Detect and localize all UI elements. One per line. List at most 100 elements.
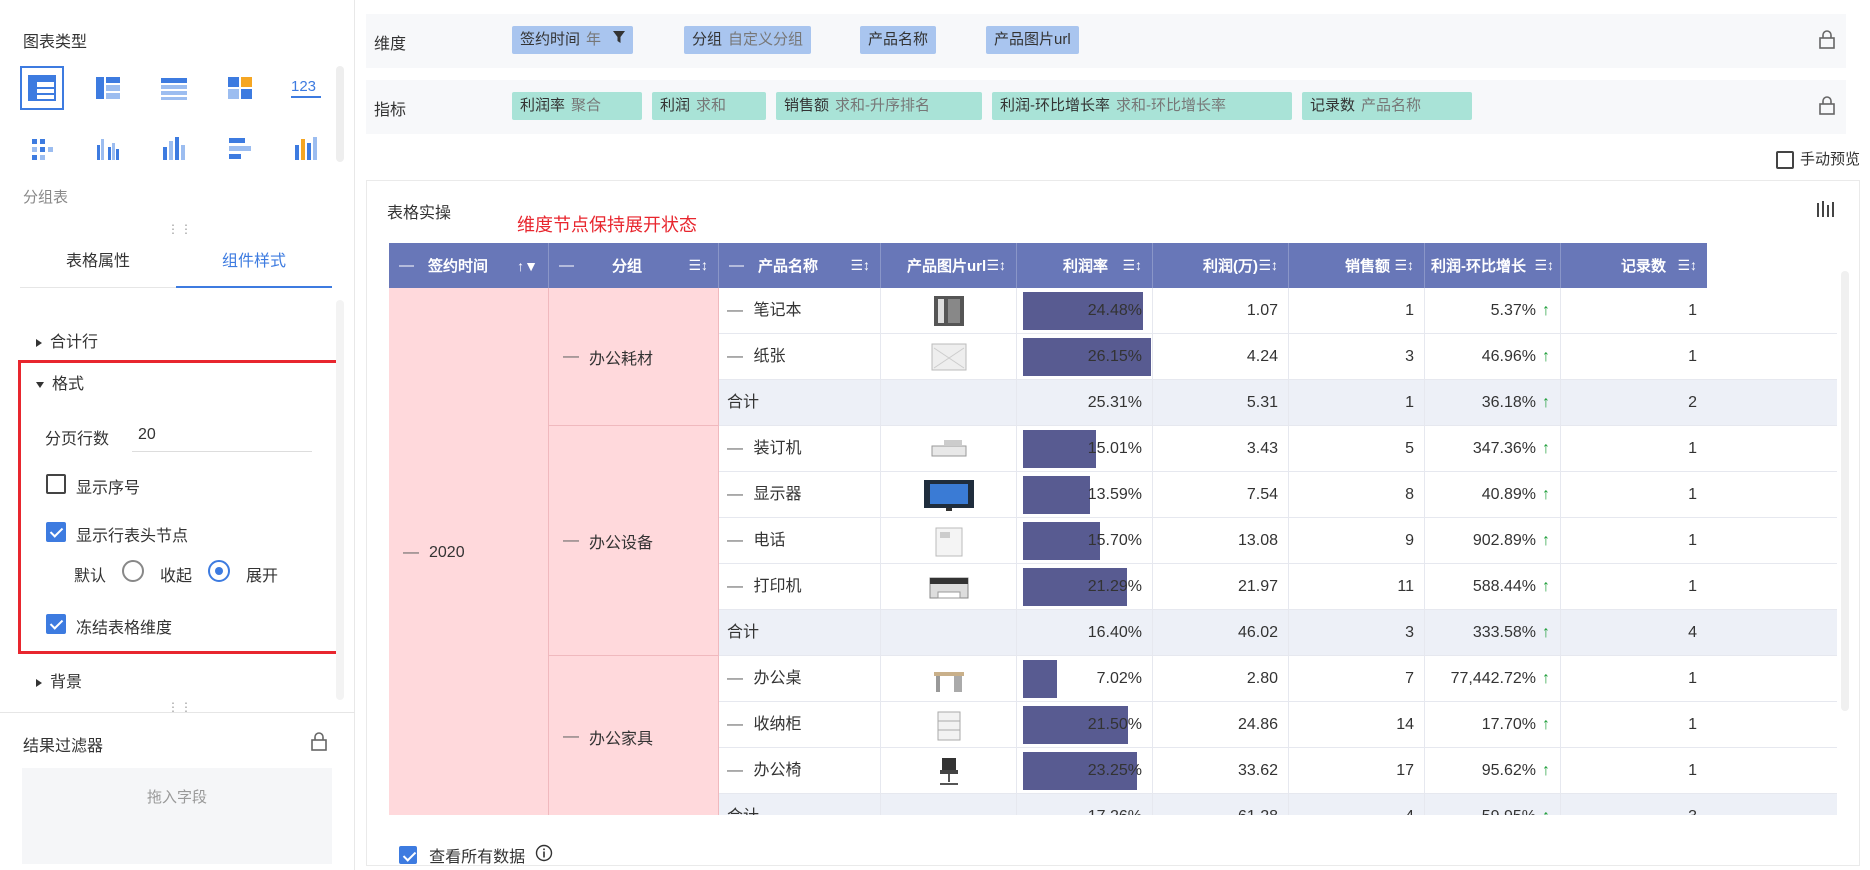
collapse-minus-icon[interactable]: — [729, 257, 744, 274]
metric-pill-record-count[interactable]: 记录数 产品名称 [1302, 92, 1472, 120]
freeze-dimension-checkbox[interactable] [46, 614, 66, 634]
view-all-checkbox[interactable] [399, 846, 417, 864]
header-group[interactable]: — 分组 ☰↕ [549, 243, 719, 288]
info-icon[interactable] [535, 844, 553, 866]
table-vertical-scrollbar[interactable] [1841, 271, 1849, 711]
sort-icon[interactable]: ☰↕ [1534, 257, 1554, 274]
collapse-minus-icon[interactable]: — [727, 302, 747, 319]
table-row[interactable]: — 笔记本 24.48% 1.07 1 5.37% ↑ 1 [719, 288, 1837, 334]
sort-icon[interactable]: ☰↕ [1122, 257, 1142, 274]
chart-settings-icon[interactable] [1815, 199, 1835, 223]
dimension-pill-product-image[interactable]: 产品图片url [986, 26, 1079, 54]
collapse-minus-icon[interactable]: — [559, 257, 574, 274]
header-label: 销售额 [1345, 258, 1391, 275]
collapse-minus-icon[interactable]: — [727, 578, 747, 595]
filter-sort-icon[interactable]: ↑▼ [517, 258, 538, 274]
card-chart-icon[interactable] [218, 66, 262, 110]
collapse-minus-icon[interactable]: — [727, 486, 747, 503]
panel-resize-handle[interactable]: ⋮⋮ [167, 222, 193, 236]
expand-radio[interactable] [208, 560, 230, 582]
header-product-name[interactable]: — 产品名称 ☰↕ [719, 243, 881, 288]
tree-item-background[interactable]: 背景 [36, 668, 82, 692]
sort-icon[interactable]: ☰↕ [1258, 257, 1278, 274]
collapse-minus-icon[interactable]: — [563, 532, 579, 550]
header-sign-time[interactable]: — 签约时间 ↑▼ [389, 243, 549, 288]
table-row[interactable]: — 纸张 26.15% 4.24 3 46.96% ↑ 1 [719, 334, 1837, 380]
subtotal-row[interactable]: 合计 16.40% 46.02 3 333.58% ↑ 4 [719, 610, 1837, 656]
sort-icon[interactable]: ☰↕ [850, 257, 870, 274]
header-sales[interactable]: 销售额 ☰↕ [1289, 243, 1425, 288]
chart-gallery-scrollbar[interactable] [336, 66, 344, 162]
collapse-minus-icon[interactable]: — [727, 716, 747, 733]
page-rows-input[interactable] [132, 418, 312, 452]
show-index-checkbox[interactable] [46, 474, 66, 494]
sort-icon[interactable]: ☰↕ [986, 257, 1006, 274]
manual-preview-toggle[interactable]: 手动预览 [1775, 148, 1860, 170]
tree-item-total-row[interactable]: 合计行 [36, 328, 98, 352]
stacked-bar-chart-icon[interactable] [152, 126, 196, 170]
table-row[interactable]: — 装订机 15.01% 3.43 5 347.36% ↑ 1 [719, 426, 1837, 472]
tab-component-style[interactable]: 组件样式 [176, 240, 332, 288]
collapse-radio[interactable] [122, 560, 144, 582]
filter-icon[interactable] [613, 26, 626, 54]
manual-preview-checkbox[interactable] [1775, 151, 1794, 170]
profit-growth-value: 5.37% [1490, 302, 1536, 319]
header-profit[interactable]: 利润(万) ☰↕ [1153, 243, 1289, 288]
lock-icon[interactable] [1818, 96, 1836, 120]
kpi-number-chart-icon[interactable]: 123 [284, 66, 328, 110]
metric-pill-profit[interactable]: 利润 求和 [652, 92, 766, 120]
grouped-table-chart-icon[interactable] [20, 66, 64, 110]
header-profit-growth[interactable]: 利润-环比增长 ☰↕ [1425, 243, 1561, 288]
table-row[interactable]: — 办公椅 23.25% 33.62 17 95.62% ↑ 1 [719, 748, 1837, 794]
metric-pill-profit-rate[interactable]: 利润率 聚合 [512, 92, 642, 120]
dimension-pill-group[interactable]: 分组 自定义分组 [684, 26, 812, 54]
column-chart-icon[interactable] [284, 126, 328, 170]
tab-table-properties[interactable]: 表格属性 [20, 240, 176, 288]
view-all-data-toggle[interactable]: 查看所有数据 [399, 843, 553, 867]
header-product-image[interactable]: 产品图片url ☰↕ [881, 243, 1017, 288]
table-row[interactable]: — 打印机 21.29% 21.97 11 588.44% ↑ 1 [719, 564, 1837, 610]
product-name-cell: — 装订机 [719, 426, 881, 472]
detail-table-chart-icon[interactable] [152, 66, 196, 110]
tree-item-format[interactable]: 格式 [36, 370, 84, 394]
filter-drop-zone[interactable]: 拖入字段 [22, 768, 332, 864]
subtotal-row[interactable]: 合计 17.26% 61.284 59.95% ↑ 3 [719, 794, 1837, 815]
profit-rate-value: 24.48% [1087, 302, 1142, 319]
scatter-chart-icon[interactable] [20, 126, 64, 170]
style-panel-scrollbar[interactable] [336, 300, 344, 700]
dimension-pill-sign-time[interactable]: 签约时间年 [512, 26, 634, 54]
table-row[interactable]: — 显示器 13.59% 7.54 8 40.89% ↑ 1 [719, 472, 1837, 518]
profit-growth-value: 95.62% [1481, 762, 1536, 779]
dimension-row: 维度 签约时间年 分组 自定义分组 产品名称 产品图片url [366, 14, 1846, 68]
table-row[interactable]: — 办公桌 7.02% 2.80 7 77,442.72% ↑ 1 [719, 656, 1837, 702]
header-profit-rate[interactable]: 利润率 ☰↕ [1017, 243, 1153, 288]
sort-icon[interactable]: ☰↕ [688, 257, 708, 274]
table-row[interactable]: — 收纳柜 21.50% 24.86 14 17.70% ↑ 1 [719, 702, 1837, 748]
collapse-minus-icon[interactable]: — [727, 670, 747, 687]
dimension-pill-product-name[interactable]: 产品名称 [860, 26, 937, 54]
grouped-bar-chart-icon[interactable] [86, 126, 130, 170]
lock-icon[interactable] [1818, 30, 1836, 54]
show-row-header-checkbox[interactable] [46, 522, 66, 542]
collapse-minus-icon[interactable]: — [563, 348, 579, 366]
sort-icon[interactable]: ☰↕ [1394, 257, 1414, 274]
collapse-minus-icon[interactable]: — [399, 257, 414, 274]
collapse-minus-icon[interactable]: — [403, 544, 419, 562]
subtotal-row[interactable]: 合计 25.31% 5.31 1 36.18% ↑ 2 [719, 380, 1837, 426]
metric-pill-profit-growth[interactable]: 利润-环比增长率 求和-环比增长率 [992, 92, 1292, 120]
lock-icon[interactable] [310, 732, 328, 756]
collapse-minus-icon[interactable]: — [563, 728, 579, 746]
product-image-cell [881, 426, 1017, 472]
horizontal-bar-chart-icon[interactable] [218, 126, 262, 170]
collapse-minus-icon[interactable]: — [727, 532, 747, 549]
metric-pill-sales[interactable]: 销售额 求和-升序排名 [776, 92, 982, 120]
pill-name: 签约时间 [520, 31, 581, 48]
table-row[interactable]: — 电话 15.70% 13.08 9 902.89% ↑ 1 [719, 518, 1837, 564]
crosstab-chart-icon[interactable] [86, 66, 130, 110]
collapse-minus-icon[interactable]: — [727, 440, 747, 457]
profit-growth-value: 902.89% [1472, 532, 1536, 549]
header-record-count[interactable]: 记录数 ☰↕ [1561, 243, 1707, 288]
collapse-minus-icon[interactable]: — [727, 348, 747, 365]
sort-icon[interactable]: ☰↕ [1677, 257, 1697, 274]
collapse-minus-icon[interactable]: — [727, 762, 747, 779]
